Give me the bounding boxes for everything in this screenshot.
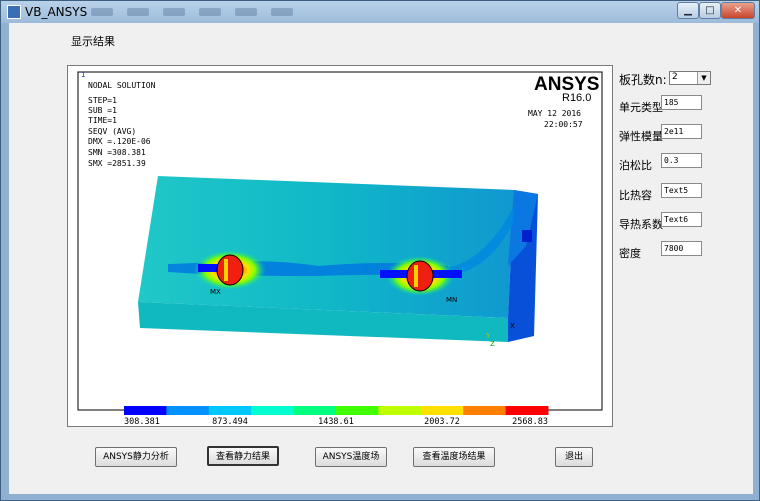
plot-header-6: SMN =308.381 — [88, 148, 146, 157]
density-label: 密度 — [619, 247, 641, 260]
specific-heat-input[interactable] — [661, 183, 702, 198]
plot-header-2: SUB =1 — [88, 106, 117, 115]
legend-swatch-2 — [208, 406, 252, 415]
plate-top-face — [138, 176, 514, 318]
titlebar-ghost-items — [91, 6, 351, 16]
main-window: VB_ANSYS ▁ □ ✕ 显示结果 1 NODAL SOLUTION STE… — [0, 0, 760, 501]
client-area: 显示结果 1 NODAL SOLUTION STEP=1 SUB =1 TIME… — [9, 23, 753, 494]
close-icon: ✕ — [733, 5, 743, 16]
minimize-icon: ▁ — [684, 5, 692, 16]
legend-swatch-4 — [293, 406, 337, 415]
legend-swatch-6 — [378, 406, 422, 415]
legend-swatch-0 — [124, 406, 167, 415]
plot-marker-1: 1 — [81, 71, 85, 79]
maximize-button[interactable]: □ — [699, 2, 721, 19]
marker-mn: MN — [446, 296, 457, 304]
poisson-label: 泊松比 — [619, 159, 652, 172]
legend-value-3: 2003.72 — [424, 417, 460, 426]
legend-swatch-8 — [463, 406, 507, 415]
legend-swatch-1 — [166, 406, 210, 415]
axis-z-label: Z — [490, 340, 495, 348]
hole-1 — [216, 254, 244, 286]
ansys-result-plot: 1 NODAL SOLUTION STEP=1 SUB =1 TIME=1 SE… — [77, 71, 603, 426]
chevron-down-icon[interactable]: ▼ — [697, 72, 710, 84]
element-type-label: 单元类型 — [619, 101, 663, 114]
maximize-icon: □ — [705, 5, 715, 16]
element-type-input[interactable] — [661, 95, 702, 110]
marker-mx: MX — [210, 288, 221, 296]
view-temperature-results-button[interactable]: 查看温度场结果 — [413, 447, 495, 467]
minimize-button[interactable]: ▁ — [677, 2, 699, 19]
conductivity-input[interactable] — [661, 212, 702, 227]
hole-1-streak — [224, 259, 228, 281]
ansys-temperature-field-button[interactable]: ANSYS温度场 — [315, 447, 387, 467]
hole-2 — [406, 260, 434, 292]
holes-combobox[interactable]: 2 ▼ — [669, 71, 711, 85]
holes-label: 板孔数n: — [619, 73, 667, 87]
ansys-static-analysis-button[interactable]: ANSYS静力分析 — [95, 447, 177, 467]
ansys-version: R16.0 — [562, 92, 591, 104]
window-title: VB_ANSYS — [25, 5, 88, 19]
legend-value-0: 308.381 — [124, 417, 160, 426]
menu-show-results[interactable]: 显示结果 — [71, 33, 115, 49]
axis-x-label: X — [510, 322, 515, 330]
specific-heat-label: 比热容 — [619, 189, 652, 202]
plot-time: 22:00:57 — [544, 120, 583, 129]
contour-legend — [124, 406, 549, 415]
min-zone-hole-2-right — [430, 270, 462, 278]
poisson-input[interactable] — [661, 153, 702, 168]
modulus-input[interactable] — [661, 124, 702, 139]
plot-header-1: STEP=1 — [88, 96, 117, 105]
plot-header-3: TIME=1 — [88, 116, 117, 125]
legend-value-2: 1438.61 — [318, 417, 354, 426]
modulus-label: 弹性模量 — [619, 130, 663, 143]
hole-2-streak — [414, 265, 418, 287]
min-zone-hole-2-left — [380, 270, 410, 278]
conductivity-label: 导热系数 — [619, 218, 663, 231]
legend-swatch-9 — [505, 406, 549, 415]
legend-swatch-5 — [336, 406, 379, 415]
exit-button[interactable]: 退出 — [555, 447, 593, 467]
density-input[interactable] — [661, 241, 702, 256]
plot-header-7: SMX =2851.39 — [88, 159, 146, 168]
view-static-results-button[interactable]: 查看静力结果 — [207, 446, 279, 466]
legend-value-4: 2568.83 — [512, 417, 548, 426]
legend-swatch-7 — [420, 406, 464, 415]
axis-y-label: Y — [485, 332, 491, 340]
legend-swatch-3 — [251, 406, 295, 415]
plot-header-0: NODAL SOLUTION — [88, 81, 156, 90]
app-icon — [7, 5, 21, 19]
close-button[interactable]: ✕ — [721, 2, 755, 19]
result-picture-box: 1 NODAL SOLUTION STEP=1 SUB =1 TIME=1 SE… — [67, 65, 613, 427]
plot-header-4: SEQV (AVG) — [88, 127, 136, 136]
legend-value-1: 873.494 — [212, 417, 248, 426]
title-bar[interactable]: VB_ANSYS ▁ □ ✕ — [1, 1, 759, 23]
plot-date: MAY 12 2016 — [528, 109, 581, 118]
plot-header-5: DMX =.120E-06 — [88, 137, 151, 146]
side-dark-patch — [522, 230, 532, 242]
holes-value: 2 — [672, 72, 678, 82]
